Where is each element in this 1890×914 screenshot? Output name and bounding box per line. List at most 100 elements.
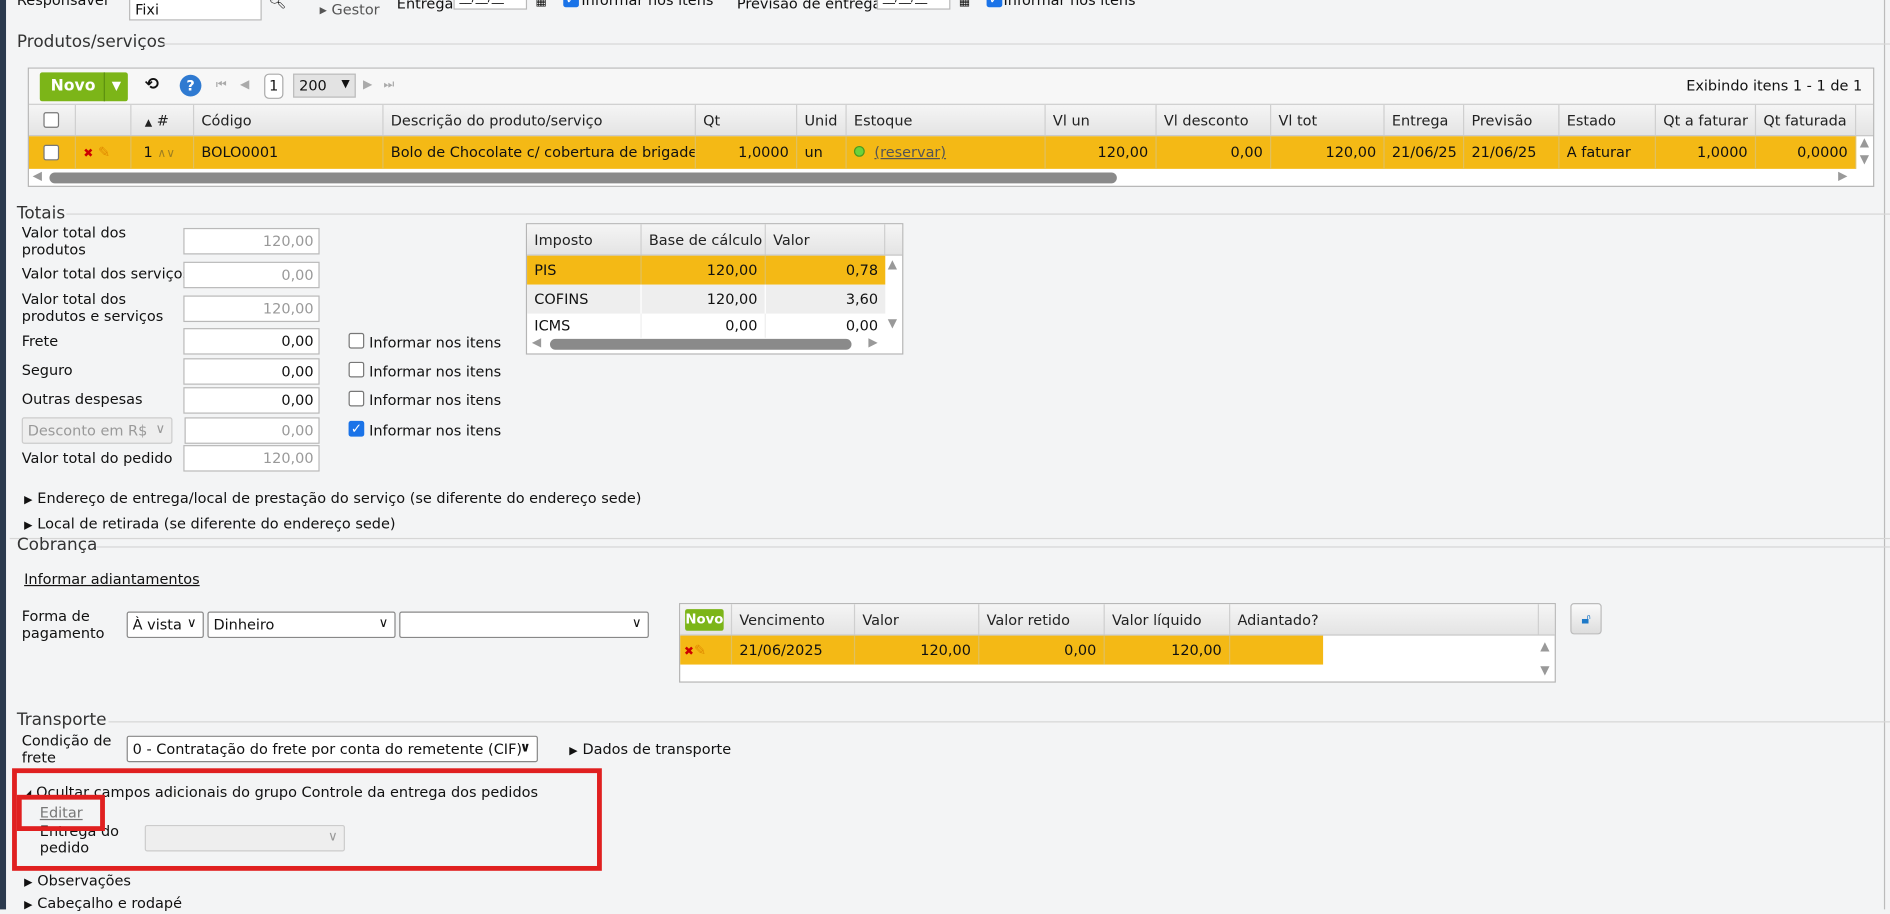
col-estoque[interactable]: Estoque	[847, 104, 1046, 136]
col-entrega[interactable]: Entrega	[1385, 104, 1465, 136]
gestor-link[interactable]: ▸ Gestor	[320, 1, 380, 18]
informar-adiantamentos-link[interactable]: Informar adiantamentos	[24, 570, 200, 587]
scroll-down-icon[interactable]: ▼	[888, 317, 897, 330]
col-num[interactable]: ▲ #	[131, 104, 195, 136]
last-page-icon[interactable]: ⏭	[384, 78, 395, 91]
divider	[66, 213, 1890, 215]
seguro-informar-checkbox[interactable]	[348, 361, 365, 378]
col-estado[interactable]: Estado	[1559, 104, 1656, 136]
divider	[96, 546, 1890, 548]
col-vl-desconto[interactable]: Vl desconto	[1157, 104, 1272, 136]
page-input[interactable]: 1	[264, 73, 284, 99]
scroll-up-icon[interactable]: ▲	[1540, 640, 1549, 653]
grid-header: ▲ # Código Descrição do produto/serviço …	[28, 104, 1874, 137]
frete-informar-checkbox[interactable]	[348, 332, 365, 349]
scroll-left-icon[interactable]: ◀	[532, 337, 541, 350]
previsao-informar-checkbox[interactable]: ✓	[986, 0, 1003, 8]
first-page-icon[interactable]: ⏮	[216, 78, 227, 91]
previsao-label: Previsão de entrega	[736, 0, 882, 13]
col-imposto: Imposto	[527, 224, 642, 255]
cell-valor: 120,00	[855, 635, 980, 665]
move-down-icon[interactable]: ∨	[166, 147, 175, 160]
novo-label: Novo	[50, 77, 96, 96]
table-row[interactable]: PIS 120,00 0,78	[527, 255, 886, 285]
horizontal-scrollbar[interactable]	[549, 338, 852, 350]
condicao-pagamento-select[interactable]: À vista ∨	[126, 611, 204, 639]
scroll-right-icon[interactable]: ▶	[1838, 170, 1847, 183]
entrega-date-input[interactable]: __/__/__	[453, 0, 528, 10]
observacoes-expander[interactable]: ▶ Observações	[24, 872, 131, 891]
scroll-right-icon[interactable]: ▶	[868, 337, 877, 350]
seguro-input[interactable]: 0,00	[183, 358, 320, 385]
responsavel-label: Responsável	[16, 0, 108, 9]
table-row[interactable]: ICMS 0,00 0,00	[527, 313, 885, 338]
col-qt[interactable]: Qt	[696, 104, 798, 136]
condicao-frete-select[interactable]: 0 - Contratação do frete por conta do re…	[126, 735, 538, 763]
col-qt-faturada[interactable]: Qt faturada	[1756, 104, 1857, 136]
extra-pagamento-select[interactable]: ∨	[399, 611, 649, 639]
horizontal-scrollbar[interactable]	[49, 172, 1117, 184]
next-page-icon[interactable]: ▶	[363, 78, 372, 91]
previsao-date-input[interactable]: __/__/__	[876, 0, 951, 10]
outras-informar-checkbox[interactable]	[348, 390, 365, 407]
products-grid: Novo ▼ ⟲ ? ⏮ ◀ 1 200 ▼ ▶ ⏭ Exibindo itens…	[27, 67, 1875, 187]
search-icon[interactable]: 🔍︎	[268, 0, 286, 10]
condicao-frete-label: Condição de frete	[21, 732, 112, 766]
frete-input[interactable]: 0,00	[183, 328, 320, 355]
calendar-icon[interactable]: ▦	[959, 0, 970, 8]
table-row[interactable]: COFINS 120,00 3,60	[527, 284, 886, 314]
scroll-left-icon[interactable]: ◀	[33, 170, 42, 183]
col-descricao[interactable]: Descrição do produto/serviço	[384, 104, 696, 136]
delete-icon[interactable]: ✖	[83, 147, 93, 160]
section-title-produtos: Produtos/serviços	[16, 32, 166, 52]
reservar-link[interactable]: (reservar)	[874, 144, 946, 161]
outras-despesas-input[interactable]: 0,00	[183, 387, 320, 414]
table-row[interactable]: ✖ ✎ 1 ∧∨ BOLO0001 Bolo de Chocolate c/ c…	[28, 136, 1857, 169]
page-size-select[interactable]: 200 ▼	[293, 73, 356, 98]
chevron-down-icon: ∨	[519, 739, 531, 756]
col-codigo[interactable]: Código	[194, 104, 384, 136]
local-retirada-expander[interactable]: ▶ Local de retirada (se diferente do ende…	[24, 515, 395, 534]
scroll-down-icon[interactable]: ▼	[1860, 153, 1869, 166]
table-row[interactable]: ✖✎ 21/06/2025 120,00 0,00 120,00	[680, 635, 1324, 665]
novo-dropdown-icon[interactable]: ▼	[103, 72, 128, 102]
responsavel-input[interactable]: Fixi	[129, 0, 262, 21]
col-vencimento: Vencimento	[732, 604, 856, 635]
caret-right-icon: ▶	[24, 876, 33, 889]
col-vl-tot[interactable]: Vl tot	[1271, 104, 1385, 136]
col-qt-a-faturar[interactable]: Qt a faturar	[1656, 104, 1757, 136]
dados-transporte-expander[interactable]: ▶ Dados de transporte	[569, 741, 731, 760]
divider	[108, 721, 1890, 723]
col-label: #	[156, 112, 169, 130]
scroll-up-icon[interactable]: ▲	[888, 258, 897, 271]
desconto-informar-checkbox[interactable]: ✓	[348, 420, 365, 437]
calendar-icon[interactable]: ▦	[536, 0, 547, 8]
refresh-icon[interactable]: ⟲	[145, 75, 159, 94]
meio-pagamento-select[interactable]: Dinheiro ∨	[207, 611, 396, 639]
endereco-entrega-expander[interactable]: ▶ Endereço de entrega/local de prestação …	[24, 490, 641, 509]
col-previsao[interactable]: Previsão	[1464, 104, 1560, 136]
cabecalho-label: Cabeçalho e rodapé	[37, 894, 182, 912]
lock-icon[interactable]: 🔓︎	[1570, 603, 1602, 635]
delete-icon[interactable]: ✖	[684, 645, 694, 658]
caret-right-icon: ▶	[24, 494, 33, 507]
help-icon[interactable]: ?	[179, 74, 202, 97]
row-checkbox[interactable]	[43, 144, 60, 161]
grid-toolbar: Novo ▼ ⟲ ? ⏮ ◀ 1 200 ▼ ▶ ⏭ Exibindo itens…	[28, 68, 1874, 105]
edit-pencil-icon[interactable]: ✎	[98, 144, 110, 161]
caret-right-icon: ▶	[24, 519, 33, 532]
retirada-label: Local de retirada (se diferente do ender…	[37, 515, 396, 532]
entrega-informar-checkbox[interactable]: ✓	[563, 0, 579, 8]
move-up-icon[interactable]: ∧	[157, 147, 166, 160]
col-vl-un[interactable]: Vl un	[1046, 104, 1157, 136]
servicos-total-input: 0,00	[183, 261, 320, 289]
prev-page-icon[interactable]: ◀	[240, 78, 249, 91]
select-all-checkbox[interactable]	[43, 112, 60, 128]
scroll-up-icon[interactable]: ▲	[1860, 136, 1869, 149]
scroll-down-icon[interactable]: ▼	[1540, 665, 1549, 678]
meio-value: Dinheiro	[213, 616, 275, 634]
entrega-informar-label: Informar nos itens	[581, 0, 714, 9]
cabecalho-expander[interactable]: ▶ Cabeçalho e rodapé	[24, 895, 182, 914]
edit-pencil-icon[interactable]: ✎	[694, 642, 706, 659]
col-unid[interactable]: Unid	[797, 104, 847, 136]
